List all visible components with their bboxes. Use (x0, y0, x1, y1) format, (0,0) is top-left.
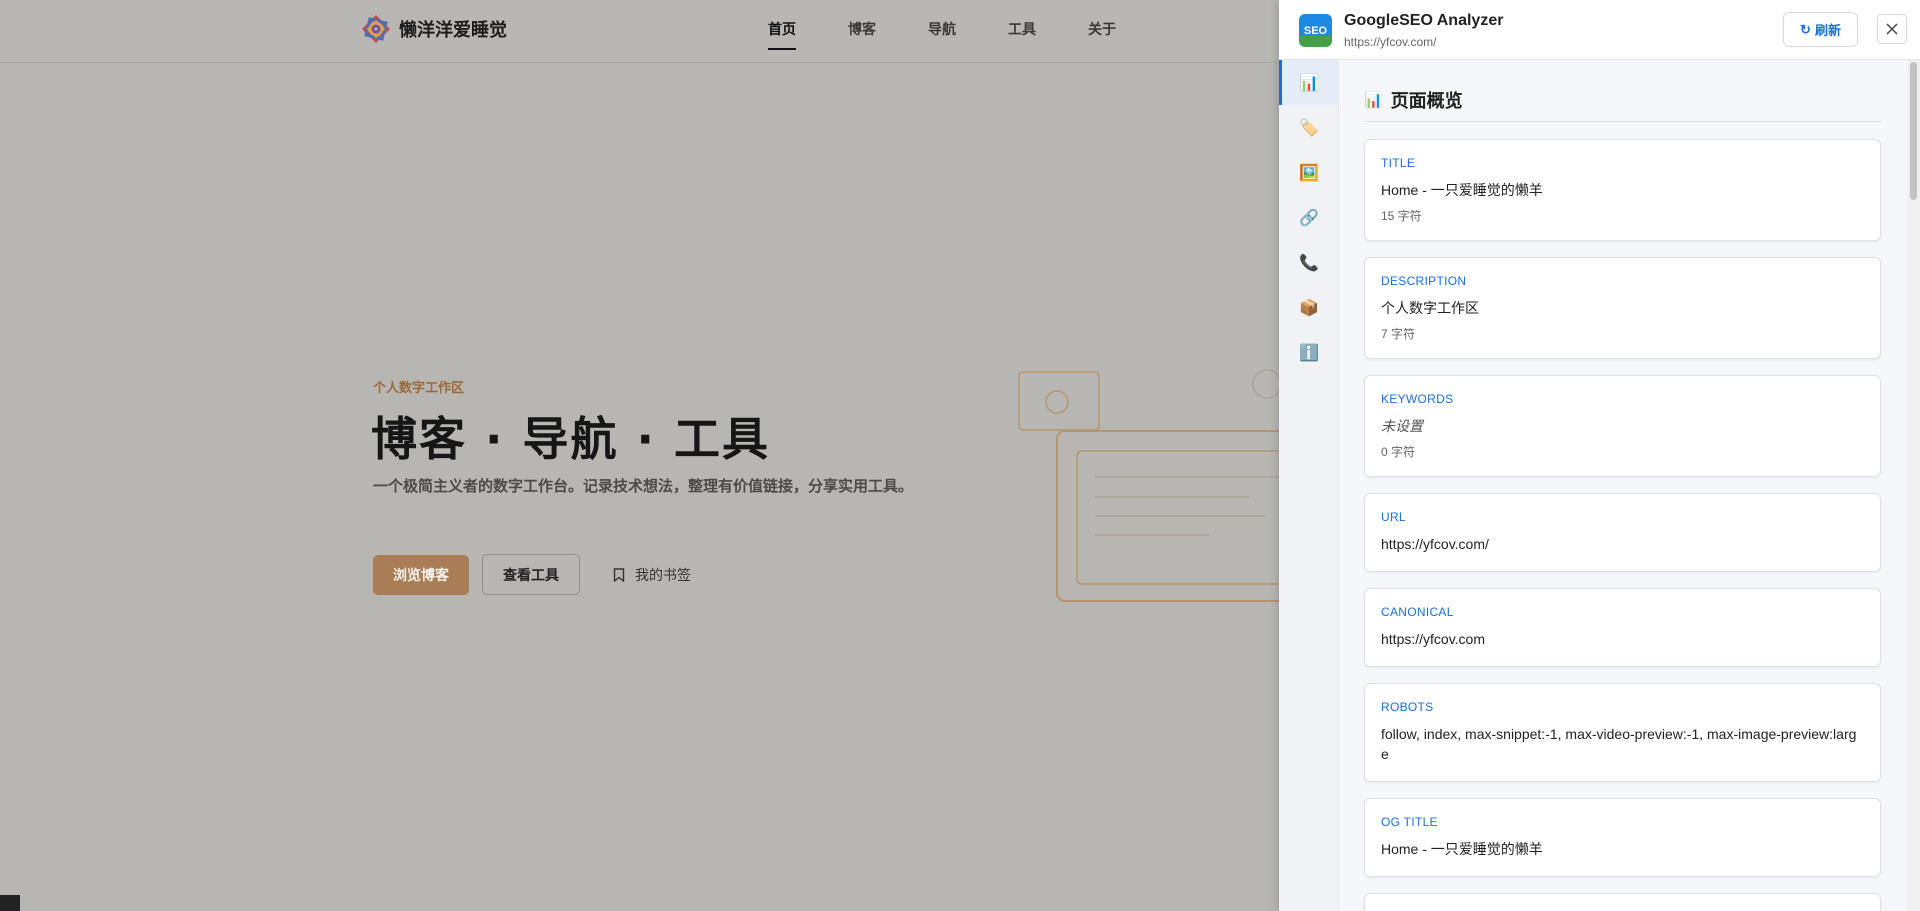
panel-scrollbar[interactable] (1907, 60, 1920, 911)
my-bookmarks-link[interactable]: 我的书签 (613, 565, 691, 585)
card-url: URL https://yfcov.com/ (1364, 493, 1881, 572)
my-bookmarks-label: 我的书签 (635, 567, 691, 584)
card-value: https://yfcov.com/ (1381, 536, 1489, 552)
browse-blog-button[interactable]: 浏览博客 (373, 554, 469, 595)
info-icon: ℹ️ (1299, 344, 1319, 362)
panel-sidebar: 📊 🏷️ 🖼️ 🔗 📞 📦 ℹ️ (1279, 60, 1339, 911)
nav-home[interactable]: 首页 (768, 0, 796, 63)
panel-url: https://yfcov.com/ (1344, 35, 1437, 49)
card-title: TITLE Home - 一只爱睡觉的懒羊 15 字符 (1364, 139, 1881, 241)
nav-tools[interactable]: 工具 (1008, 0, 1036, 63)
card-value: Home - 一只爱睡觉的懒羊 (1381, 182, 1543, 198)
panel-header: SEO GoogleSEO Analyzer https://yfcov.com… (1279, 0, 1920, 60)
scrollbar-thumb[interactable] (1910, 62, 1917, 200)
sidebar-item-links[interactable]: 🔗 (1279, 195, 1339, 240)
card-value: 个人数字工作区 (1381, 300, 1479, 316)
hero-title: 博客 · 导航 · 工具 (371, 412, 771, 466)
hero-illustration (1018, 369, 1280, 602)
card-char-count: 0 字符 (1381, 445, 1416, 459)
section-title: 📊 页面概览 (1364, 87, 1463, 113)
card-robots: ROBOTS follow, index, max-snippet:-1, ma… (1364, 683, 1881, 782)
nav-about[interactable]: 关于 (1088, 0, 1116, 63)
card-char-count: 7 字符 (1381, 327, 1416, 341)
hero-actions: 浏览博客 查看工具 我的书签 (373, 554, 691, 595)
hero-description: 一个极简主义者的数字工作台。记录技术想法，整理有价值链接，分享实用工具。 (373, 477, 914, 495)
site-brand[interactable]: 懒洋洋爱睡觉 (361, 14, 507, 44)
close-icon (1886, 23, 1898, 35)
section-title-text: 页面概览 (1390, 91, 1463, 111)
chart-icon: 📊 (1299, 74, 1319, 92)
card-label: CANONICAL (1381, 605, 1454, 619)
card-value: 未设置 (1381, 418, 1423, 434)
card-label: ROBOTS (1381, 700, 1434, 714)
card-label: TITLE (1381, 156, 1416, 170)
panel-title: GoogleSEO Analyzer (1344, 12, 1504, 29)
panel-content: 📊 页面概览 TITLE Home - 一只爱睡觉的懒羊 15 字符 DESCR… (1340, 60, 1920, 911)
sidebar-item-tags[interactable]: 🏷️ (1279, 105, 1339, 150)
card-keywords: KEYWORDS 未设置 0 字符 (1364, 375, 1881, 477)
card-char-count: 15 字符 (1381, 209, 1422, 223)
chart-icon: 📊 (1364, 92, 1383, 109)
nav-blog[interactable]: 博客 (848, 0, 876, 63)
phone-icon: 📞 (1299, 254, 1319, 272)
sidebar-item-images[interactable]: 🖼️ (1279, 150, 1339, 195)
bookmark-icon (613, 567, 625, 582)
tag-icon: 🏷️ (1299, 119, 1319, 137)
card-value: https://yfcov.com (1381, 631, 1485, 647)
sidebar-item-overview[interactable]: 📊 (1279, 60, 1339, 105)
hero-eyebrow: 个人数字工作区 (373, 381, 465, 396)
brand-name: 懒洋洋爱睡觉 (399, 20, 507, 41)
close-button[interactable] (1877, 14, 1907, 44)
card-og-title: OG TITLE Home - 一只爱睡觉的懒羊 (1364, 798, 1881, 877)
card-value: follow, index, max-snippet:-1, max-video… (1381, 726, 1857, 762)
site-nav: 首页 博客 导航 工具 关于 (768, 0, 1168, 63)
image-icon: 🖼️ (1299, 164, 1319, 182)
card-label: URL (1381, 510, 1406, 524)
card-label: KEYWORDS (1381, 392, 1454, 406)
card-label: OG TITLE (1381, 815, 1438, 829)
view-tools-button[interactable]: 查看工具 (482, 554, 580, 595)
card-label: DESCRIPTION (1381, 274, 1467, 288)
refresh-label: 刷新 (1814, 23, 1841, 38)
seo-logo-icon: SEO (1299, 14, 1332, 47)
seo-analyzer-panel: SEO GoogleSEO Analyzer https://yfcov.com… (1279, 0, 1920, 911)
link-icon: 🔗 (1299, 209, 1319, 227)
refresh-icon: ↻ (1800, 21, 1811, 37)
refresh-button[interactable]: ↻ 刷新 (1783, 12, 1858, 47)
card-value: Home - 一只爱睡觉的懒羊 (1381, 841, 1543, 857)
card-description: DESCRIPTION 个人数字工作区 7 字符 (1364, 257, 1881, 359)
card-next (1364, 893, 1881, 911)
sidebar-item-resources[interactable]: 📦 (1279, 285, 1339, 330)
brand-logo-icon (361, 14, 391, 44)
section-divider (1364, 121, 1881, 122)
nav-navigation[interactable]: 导航 (928, 0, 956, 63)
sidebar-item-info[interactable]: ℹ️ (1279, 330, 1339, 375)
sidebar-item-contact[interactable]: 📞 (1279, 240, 1339, 285)
corner-widget (0, 895, 20, 911)
card-canonical: CANONICAL https://yfcov.com (1364, 588, 1881, 667)
package-icon: 📦 (1299, 299, 1319, 317)
